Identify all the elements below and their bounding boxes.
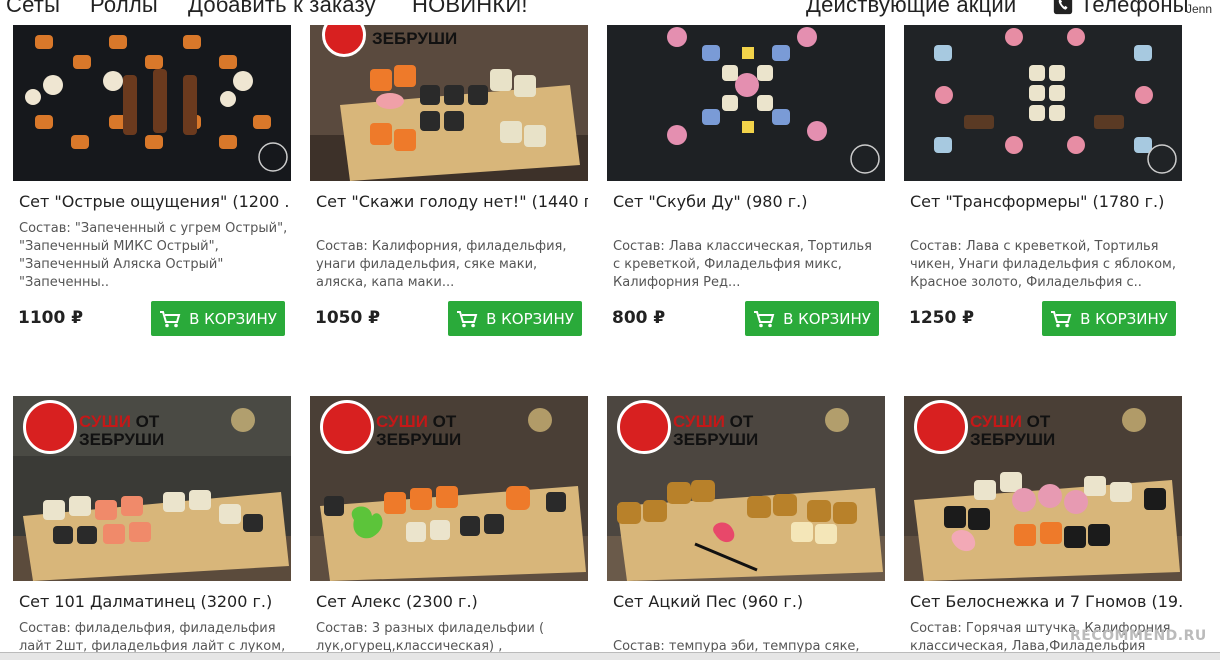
user-name: Jenn (1186, 2, 1213, 16)
brand-logo: ЗЕБРУШИ (322, 25, 482, 67)
product-price: 1100 ₽ (18, 308, 84, 328)
zebra-logo-icon (617, 400, 671, 454)
add-to-cart-label: В КОРЗИНУ (486, 309, 574, 328)
product-photo[interactable]: ЗЕБРУШИ (310, 25, 588, 181)
product-description: Состав: филадельфия, филадельфия лайт 2ш… (19, 621, 286, 654)
product-title[interactable]: Сет Алекс (2300 г.) (316, 592, 588, 611)
product-title[interactable]: Сет "Острые ощущения" (1200 ... (19, 192, 291, 211)
add-to-cart-label: В КОРЗИНУ (189, 309, 277, 328)
add-to-cart-button[interactable]: В КОРЗИНУ (448, 301, 582, 336)
brand-logo: СУШИ ОТ ЗЕБРУШИ (617, 400, 777, 454)
product-photo[interactable]: СУШИ ОТ ЗЕБРУШИ (310, 396, 588, 581)
product-title[interactable]: Сет 101 Далматинец (3200 г.) (19, 592, 291, 611)
brand-logo: СУШИ ОТ ЗЕБРУШИ (23, 400, 183, 454)
top-navigation: Сеты Роллы Добавить к заказу НОВИНКИ! Де… (0, 0, 1220, 24)
cart-icon (754, 310, 775, 327)
brand-logo: СУШИ ОТ ЗЕБРУШИ (914, 400, 1074, 454)
product-photo[interactable] (13, 25, 291, 181)
cart-icon (457, 310, 478, 327)
product-description: Состав: Лава классическая, Тортилья с кр… (613, 239, 872, 290)
add-to-cart-button[interactable]: В КОРЗИНУ (151, 301, 285, 336)
product-price: 1050 ₽ (315, 308, 381, 328)
product-description: Состав: Лава с креветкой, Тортилья чикен… (910, 239, 1176, 290)
zebra-logo-icon (914, 400, 968, 454)
zebra-logo-icon (320, 400, 374, 454)
add-to-cart-button[interactable]: В КОРЗИНУ (1042, 301, 1176, 336)
product-title[interactable]: Сет "Скуби Ду" (980 г.) (613, 192, 885, 211)
add-to-cart-button[interactable]: В КОРЗИНУ (745, 301, 879, 336)
nav-phones[interactable]: Телефоны (1080, 0, 1189, 18)
product-description: Состав: Калифорния, филадельфия, унаги ф… (316, 239, 567, 290)
add-to-cart-label: В КОРЗИНУ (1080, 309, 1168, 328)
product-price: 800 ₽ (612, 308, 666, 328)
brand-logo: СУШИ ОТ ЗЕБРУШИ (320, 400, 480, 454)
product-photo[interactable]: СУШИ ОТ ЗЕБРУШИ (904, 396, 1182, 581)
cart-icon (1051, 310, 1072, 327)
product-title[interactable]: Сет "Скажи голоду нет!" (1440 г.) (316, 192, 588, 211)
product-title[interactable]: Сет "Трансформеры" (1780 г.) (910, 192, 1182, 211)
product-photo[interactable]: СУШИ ОТ ЗЕБРУШИ (607, 396, 885, 581)
product-description: Состав: "Запеченный с угрем Острый", "За… (19, 221, 288, 290)
cart-icon (160, 310, 181, 327)
phone-icon (1053, 0, 1073, 15)
nav-promotions[interactable]: Действующие акции (806, 0, 1016, 18)
nav-add-to-order[interactable]: Добавить к заказу (188, 0, 376, 18)
product-title[interactable]: Сет Ацкий Пес (960 г.) (613, 592, 885, 611)
zebra-logo-icon (23, 400, 77, 454)
nav-new[interactable]: НОВИНКИ! (412, 0, 528, 18)
watermark: RECOMMEND.RU (1070, 628, 1207, 644)
nav-sets[interactable]: Сеты (6, 0, 60, 18)
add-to-cart-label: В КОРЗИНУ (783, 309, 871, 328)
product-photo[interactable]: СУШИ ОТ ЗЕБРУШИ (13, 396, 291, 581)
product-photo[interactable] (607, 25, 885, 181)
zebra-logo-icon (322, 25, 366, 57)
taskbar-strip (0, 652, 1220, 660)
nav-rolls[interactable]: Роллы (90, 0, 158, 18)
product-title[interactable]: Сет Белоснежка и 7 Гномов (19... (910, 592, 1182, 611)
product-photo[interactable] (904, 25, 1182, 181)
product-price: 1250 ₽ (909, 308, 975, 328)
